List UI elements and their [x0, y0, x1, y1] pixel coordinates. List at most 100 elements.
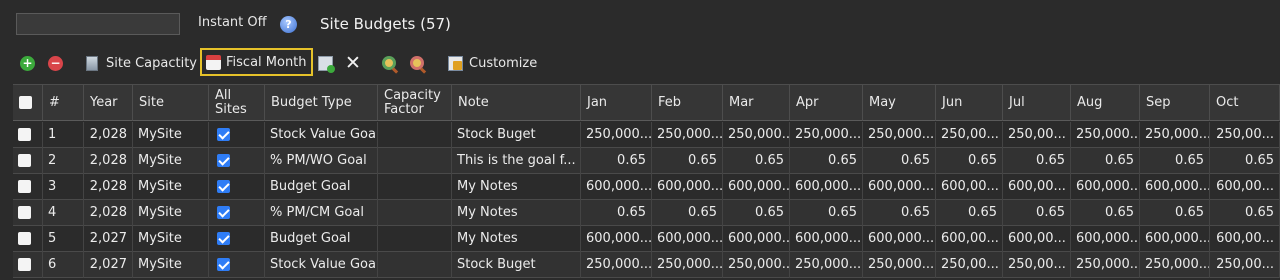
grid-cell[interactable]: 0.65	[581, 200, 652, 226]
grid-cell[interactable]: 2,027	[84, 226, 133, 252]
grid-cell[interactable]: 600,000...	[652, 174, 723, 200]
grid-cell[interactable]: MySite	[133, 122, 209, 148]
grid-cell[interactable]: Stock Value Goal	[265, 252, 378, 278]
grid-cell[interactable]: 0.65	[936, 148, 1003, 174]
delete-button[interactable]: ✕	[345, 48, 361, 78]
grid-cell[interactable]: 4	[43, 200, 84, 226]
zoom-out-button[interactable]	[410, 48, 430, 78]
grid-cell[interactable]: 600,000...	[790, 174, 863, 200]
col-jul[interactable]: Jul	[1003, 84, 1071, 121]
grid-cell[interactable]: 600,00...	[1003, 226, 1071, 252]
grid-cell[interactable]: 5	[43, 226, 84, 252]
grid-cell[interactable]: 600,00...	[936, 174, 1003, 200]
grid-cell[interactable]: 2,027	[84, 252, 133, 278]
grid-cell[interactable]	[209, 122, 265, 148]
grid-cell[interactable]	[378, 122, 452, 148]
grid-cell[interactable]: 0.65	[1210, 148, 1280, 174]
instant-search-toggle[interactable]: Instant Off	[198, 15, 267, 30]
grid-cell[interactable]: 250,00...	[1210, 122, 1280, 148]
grid-cell[interactable]: 600,00...	[936, 226, 1003, 252]
grid-cell[interactable]	[13, 174, 43, 200]
grid-cell[interactable]: 3	[43, 174, 84, 200]
grid-cell[interactable]: 600,000...	[1071, 226, 1140, 252]
col-capacity-factor[interactable]: Capacity Factor	[378, 84, 452, 121]
grid-cell[interactable]: Budget Goal	[265, 226, 378, 252]
col-feb[interactable]: Feb	[652, 84, 723, 121]
table-row[interactable]: 6 2,027 MySite Stock Value Goal Stock Buget 2…	[13, 252, 1280, 278]
grid-cell[interactable]: 600,000...	[790, 226, 863, 252]
grid-cell[interactable]	[378, 174, 452, 200]
grid-cell[interactable]: 250,000....	[581, 252, 652, 278]
table-row[interactable]: 2 2,028 MySite % PM/WO Goal This is the goal…	[13, 148, 1280, 174]
grid-cell[interactable]: 1	[43, 122, 84, 148]
grid-cell[interactable]: 0.65	[863, 200, 936, 226]
grid-cell[interactable]	[13, 252, 43, 278]
grid-cell[interactable]: 250,00...	[1003, 252, 1071, 278]
col-all-sites[interactable]: All Sites	[209, 84, 265, 121]
col-sep[interactable]: Sep	[1140, 84, 1210, 121]
col-oct[interactable]: Oct	[1210, 84, 1280, 121]
grid-cell[interactable]: 0.65	[723, 200, 790, 226]
grid-cell[interactable]: 250,000...	[652, 252, 723, 278]
site-capacity-button[interactable]: Site Capactity	[86, 48, 197, 78]
row-select-checkbox[interactable]	[18, 258, 31, 271]
grid-cell[interactable]	[378, 226, 452, 252]
select-all-header[interactable]	[13, 84, 43, 121]
row-select-checkbox[interactable]	[18, 154, 31, 167]
grid-cell[interactable]: 250,000...	[652, 122, 723, 148]
col-year[interactable]: Year	[84, 84, 133, 121]
grid-cell[interactable]: 250,000...	[723, 252, 790, 278]
table-row[interactable]: 3 2,028 MySite Budget Goal My Notes 600,000..…	[13, 174, 1280, 200]
grid-cell[interactable]: MySite	[133, 200, 209, 226]
all-sites-checkbox[interactable]	[217, 154, 230, 167]
grid-cell[interactable]: 600,000...	[1140, 226, 1210, 252]
grid-cell[interactable]: 250,000...	[1071, 122, 1140, 148]
grid-cell[interactable]: 250,000....	[581, 122, 652, 148]
grid-cell[interactable]: 0.65	[1071, 148, 1140, 174]
grid-cell[interactable]: 600,00...	[1210, 174, 1280, 200]
col-jan[interactable]: Jan	[581, 84, 652, 121]
grid-cell[interactable]: 0.65	[790, 200, 863, 226]
zoom-in-button[interactable]	[382, 48, 402, 78]
grid-cell[interactable]: My Notes	[452, 200, 581, 226]
all-sites-checkbox[interactable]	[217, 232, 230, 245]
col-budget-type[interactable]: Budget Type	[265, 84, 378, 121]
grid-cell[interactable]	[378, 148, 452, 174]
grid-cell[interactable]: 0.65	[1140, 148, 1210, 174]
grid-cell[interactable]: 600,000...	[723, 174, 790, 200]
grid-cell[interactable]: 250,000...	[1140, 122, 1210, 148]
grid-cell[interactable]: 600,000...	[1140, 174, 1210, 200]
grid-cell[interactable]: 600,000...	[1071, 174, 1140, 200]
grid-cell[interactable]: 0.65	[1003, 200, 1071, 226]
grid-cell[interactable]: 0.65	[1071, 200, 1140, 226]
table-row[interactable]: 5 2,027 MySite Budget Goal My Notes 600,000..…	[13, 226, 1280, 252]
grid-cell[interactable]: 250,000...	[1140, 252, 1210, 278]
remove-button[interactable]: −	[48, 48, 63, 78]
grid-cell[interactable]: 600,000...	[652, 226, 723, 252]
grid-cell[interactable]: 6	[43, 252, 84, 278]
grid-cell[interactable]: 0.65	[1210, 200, 1280, 226]
row-select-checkbox[interactable]	[18, 232, 31, 245]
grid-cell[interactable]: 600,00...	[1003, 174, 1071, 200]
grid-cell[interactable]: 250,00...	[1003, 122, 1071, 148]
row-select-checkbox[interactable]	[18, 206, 31, 219]
grid-cell[interactable]: % PM/WO Goal	[265, 148, 378, 174]
grid-cell[interactable]: 600,000....	[863, 226, 936, 252]
grid-cell[interactable]: 0.65	[723, 148, 790, 174]
grid-cell[interactable]: Stock Value Goal	[265, 122, 378, 148]
grid-cell[interactable]: 250,000....	[863, 252, 936, 278]
grid-cell[interactable]: Stock Buget	[452, 122, 581, 148]
grid-cell[interactable]	[13, 200, 43, 226]
grid-cell[interactable]: 250,000...	[723, 122, 790, 148]
grid-cell[interactable]	[13, 226, 43, 252]
all-sites-checkbox[interactable]	[217, 258, 230, 271]
grid-cell[interactable]	[209, 200, 265, 226]
add-button[interactable]: +	[20, 48, 35, 78]
grid-cell[interactable]: 2,028	[84, 122, 133, 148]
col-mar[interactable]: Mar	[723, 84, 790, 121]
grid-cell[interactable]: % PM/CM Goal	[265, 200, 378, 226]
all-sites-checkbox[interactable]	[217, 206, 230, 219]
grid-cell[interactable]: MySite	[133, 174, 209, 200]
row-select-checkbox[interactable]	[18, 180, 31, 193]
all-sites-checkbox[interactable]	[217, 180, 230, 193]
